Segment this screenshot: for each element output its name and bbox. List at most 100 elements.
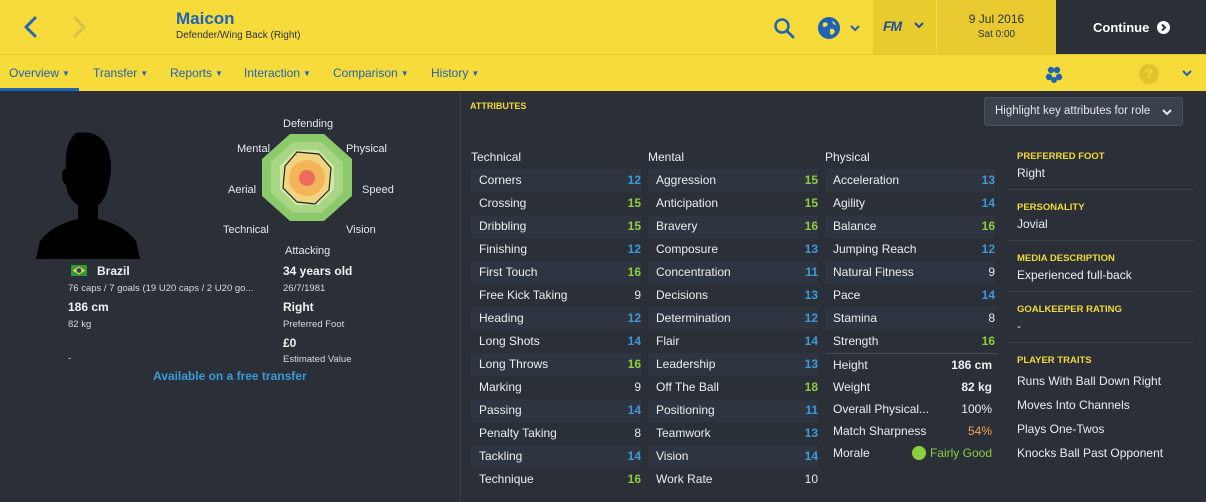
attribute-name: Off The Ball — [656, 380, 719, 394]
attribute-row[interactable]: Positioning 11 — [648, 399, 818, 422]
personality-section: PERSONALITY Jovial — [1008, 202, 1194, 231]
attribute-row[interactable]: Tackling 14 — [471, 445, 641, 468]
attribute-name: Jumping Reach — [833, 242, 917, 256]
attribute-name: First Touch — [479, 265, 538, 279]
attribute-row[interactable]: Jumping Reach 12 — [825, 238, 995, 261]
search-icon[interactable] — [772, 16, 796, 40]
attribute-row[interactable]: Composure 13 — [648, 238, 818, 261]
attribute-row[interactable]: Technique 16 — [471, 468, 641, 491]
attribute-row[interactable]: Passing 14 — [471, 399, 641, 422]
day-time-label: Sat 0:00 — [977, 29, 1016, 40]
attribute-row[interactable]: First Touch 16 — [471, 261, 641, 284]
attribute-name: Technique — [479, 472, 534, 486]
attribute-row[interactable]: Leadership 13 — [648, 353, 818, 376]
attribute-row[interactable]: Off The Ball 18 — [648, 376, 818, 399]
attribute-row[interactable]: Long Shots 14 — [471, 330, 641, 353]
back-icon[interactable] — [18, 14, 44, 40]
attribute-row[interactable]: Work Rate 10 — [648, 468, 818, 491]
attribute-row[interactable]: Balance 16 — [825, 215, 995, 238]
nation-name: Brazil — [97, 264, 130, 278]
attribute-value: 15 — [627, 196, 641, 210]
attribute-row[interactable]: Anticipation 15 — [648, 192, 818, 215]
highlight-role-dropdown[interactable]: Highlight key attributes for role — [984, 97, 1183, 126]
club-icon[interactable] — [1044, 64, 1064, 84]
radar-center — [299, 170, 315, 186]
tab-overview[interactable]: Overview ▼ — [0, 55, 79, 91]
attribute-row[interactable]: Acceleration 13 — [825, 169, 995, 192]
tab-reports[interactable]: Reports ▼ — [170, 55, 223, 91]
attribute-value: 8 — [634, 426, 641, 440]
attribute-row[interactable]: Concentration 11 — [648, 261, 818, 284]
international-caps: 76 caps / 7 goals (19 U20 caps / 2 U20 g… — [68, 283, 254, 294]
attribute-row[interactable]: Natural Fitness 9 — [825, 261, 995, 284]
personality-value: Jovial — [1017, 217, 1048, 231]
mental-title: Mental — [648, 150, 685, 164]
radar-label-physical: Physical — [346, 143, 387, 155]
attribute-row[interactable]: Decisions 13 — [648, 284, 818, 307]
attribute-row[interactable]: Finishing 12 — [471, 238, 641, 261]
game-date[interactable]: 9 Jul 2016 Sat 0:00 — [937, 0, 1056, 54]
attribute-row[interactable]: Strength 16 — [825, 330, 995, 353]
radar-label-mental: Mental — [237, 143, 270, 155]
tab-interaction[interactable]: Interaction ▼ — [244, 55, 311, 91]
radar-label-defending: Defending — [283, 118, 333, 130]
attribute-row[interactable]: Aggression 15 — [648, 169, 818, 192]
chevron-down-icon[interactable] — [1181, 69, 1193, 79]
chevron-down-icon: ▼ — [215, 69, 223, 78]
attribute-row[interactable]: Teamwork 13 — [648, 422, 818, 445]
weight-value: 82 kg — [68, 319, 92, 330]
attribute-value: 16 — [627, 357, 641, 371]
attribute-row[interactable]: Vision 14 — [648, 445, 818, 468]
attribute-row[interactable]: Dribbling 15 — [471, 215, 641, 238]
foot-label: Preferred Foot — [283, 319, 345, 330]
attribute-name: Heading — [479, 311, 524, 325]
chevron-down-icon: ▼ — [62, 69, 70, 78]
attribute-row[interactable]: Corners 12 — [471, 169, 641, 192]
attribute-row[interactable]: Determination 12 — [648, 307, 818, 330]
attribute-name: Concentration — [656, 265, 731, 279]
attribute-value: 12 — [627, 311, 641, 325]
radar-label-technical: Technical — [223, 224, 269, 236]
attribute-value: 15 — [627, 219, 641, 233]
attribute-row[interactable]: Flair 14 — [648, 330, 818, 353]
attribute-row[interactable]: Marking 9 — [471, 376, 641, 399]
traits-label: PLAYER TRAITS — [1017, 355, 1092, 366]
continue-button[interactable]: Continue — [1056, 0, 1206, 54]
attribute-row[interactable]: Heading 12 — [471, 307, 641, 330]
attribute-value: 12 — [981, 242, 995, 256]
attribute-row[interactable]: Penalty Taking 8 — [471, 422, 641, 445]
goalkeeper-section: GOALKEEPER RATING - — [1008, 304, 1194, 333]
player-silhouette — [36, 132, 140, 259]
attribute-row[interactable]: Agility 14 — [825, 192, 995, 215]
tab-comparison[interactable]: Comparison ▼ — [333, 55, 409, 91]
attribute-name: Marking — [479, 380, 522, 394]
media-label: MEDIA DESCRIPTION — [1017, 253, 1115, 264]
attribute-value: 15 — [804, 196, 818, 210]
attribute-name: Teamwork — [656, 426, 711, 440]
height-row: Height 186 cm — [833, 358, 992, 372]
attribute-row[interactable]: Bravery 16 — [648, 215, 818, 238]
attribute-row[interactable]: Pace 14 — [825, 284, 995, 307]
brazil-flag-icon — [71, 265, 87, 276]
radar-label-speed: Speed — [362, 184, 394, 196]
attribute-name: Corners — [479, 173, 522, 187]
trait-item: Knocks Ball Past Opponent — [1017, 446, 1164, 460]
world-menu-button[interactable] — [816, 15, 862, 41]
transfer-status-link[interactable]: Available on a free transfer — [153, 369, 307, 383]
attribute-value: 18 — [804, 380, 818, 394]
tab-transfer[interactable]: Transfer ▼ — [93, 55, 148, 91]
tab-history[interactable]: History ▼ — [431, 55, 479, 91]
forward-icon[interactable] — [66, 14, 92, 40]
attribute-row[interactable]: Free Kick Taking 9 — [471, 284, 641, 307]
fm-menu-button[interactable]: FM — [873, 0, 936, 54]
morale-row[interactable]: Morale Fairly Good — [826, 442, 998, 464]
attribute-row[interactable]: Crossing 15 — [471, 192, 641, 215]
help-icon[interactable]: ? — [1139, 64, 1159, 84]
attribute-value: 16 — [981, 219, 995, 233]
attribute-value: 13 — [804, 426, 818, 440]
attribute-name: Anticipation — [656, 196, 719, 210]
attribute-row[interactable]: Long Throws 16 — [471, 353, 641, 376]
fm-logo: FM — [883, 18, 902, 34]
foot-value: Right — [283, 300, 314, 314]
attribute-row[interactable]: Stamina 8 — [825, 307, 995, 330]
